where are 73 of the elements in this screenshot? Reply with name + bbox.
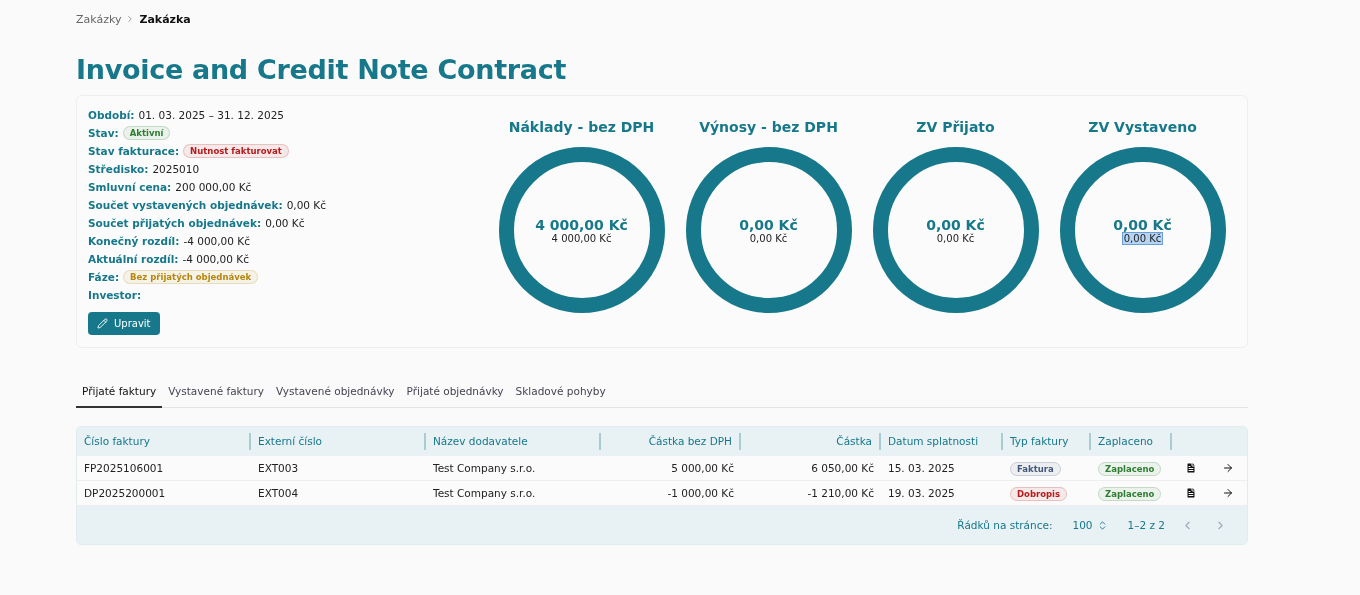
tab[interactable]: Vystavené objednávky	[269, 376, 401, 408]
summary-value: 0,00 Kč	[739, 216, 798, 233]
edit-button[interactable]: Upravit	[88, 312, 160, 335]
field-label: Období:	[88, 109, 135, 121]
page-range: 1–2 z 2	[1127, 519, 1165, 531]
column-header[interactable]: Název dodavatele	[426, 433, 601, 450]
status-badge: Bez přijatých objednávek	[123, 270, 259, 284]
summary-value: 0,00 Kč	[1113, 216, 1172, 233]
status-badge: Aktivní	[122, 126, 171, 140]
column-header[interactable]: Částka	[741, 433, 881, 450]
field-value: 0,00 Kč	[265, 217, 305, 229]
page-title: Invoice and Credit Note Contract	[76, 54, 567, 85]
column-header[interactable]: Zaplaceno	[1091, 433, 1172, 450]
field-label: Smluvní cena:	[88, 181, 172, 193]
document-icon[interactable]	[1184, 487, 1197, 499]
field-label: Součet vystavených objednávek:	[88, 199, 283, 211]
summary-subvalue: 0,00 Kč	[1122, 232, 1163, 244]
field-value: -4 000,00 Kč	[183, 235, 250, 247]
field-value: 200 000,00 Kč	[175, 181, 252, 193]
table-cell-text: Test Company s.r.o.	[432, 462, 537, 474]
arrow-right-icon[interactable]	[1222, 462, 1235, 474]
field-value: 2025010	[152, 163, 200, 175]
pencil-icon	[97, 318, 108, 329]
field-label: Středisko:	[88, 163, 149, 175]
status-badge: Nutnost fakturovat	[183, 144, 289, 158]
breadcrumb-link[interactable]: Zakázky	[76, 12, 122, 26]
field-label: Aktuální rozdíl:	[88, 253, 179, 265]
table-cell-text: -1 000,00 Kč	[666, 487, 735, 499]
table-cell-text: EXT003	[257, 462, 300, 474]
table-cell-text: Test Company s.r.o.	[432, 487, 537, 499]
field-value: 01. 03. 2025 – 31. 12. 2025	[138, 109, 284, 121]
field-label: Investor:	[88, 289, 142, 301]
rows-per-page-select[interactable]: 100	[1064, 519, 1116, 531]
type-badge: Dobropis	[1010, 487, 1068, 501]
field-label: Součet přijatých objednávek:	[88, 217, 262, 229]
field-value: 0,00 Kč	[286, 199, 326, 211]
summary-subvalue: 4 000,00 Kč	[550, 232, 613, 244]
document-icon[interactable]	[1184, 462, 1197, 474]
tab[interactable]: Přijaté objednávky	[400, 376, 510, 408]
summary-title: ZV Vystaveno	[1088, 119, 1197, 137]
summary-title: Náklady - bez DPH	[508, 119, 655, 137]
table-cell-text: 5 000,00 Kč	[670, 462, 735, 474]
field-label: Stav:	[88, 127, 119, 139]
type-badge: Faktura	[1010, 462, 1061, 476]
table-cell-text: DP2025200001	[83, 487, 167, 499]
arrow-right-icon[interactable]	[1222, 487, 1235, 499]
column-header[interactable]: Externí číslo	[251, 433, 426, 450]
table-cell-text: 15. 03. 2025	[887, 462, 956, 474]
summary-title: Výnosy - bez DPH	[699, 119, 838, 137]
field-label: Fáze:	[88, 271, 120, 283]
summary-title: ZV Přijato	[916, 119, 995, 137]
table-cell-text: 19. 03. 2025	[887, 487, 956, 499]
summary-value: 0,00 Kč	[926, 216, 985, 233]
paid-badge: Zaplaceno	[1098, 462, 1162, 476]
table-cell-text: EXT004	[257, 487, 300, 499]
field-value: -4 000,00 Kč	[182, 253, 249, 265]
tab[interactable]: Skladové pohyby	[509, 376, 612, 408]
tab[interactable]: Přijaté faktury	[76, 376, 163, 408]
summary-value: 4 000,00 Kč	[535, 216, 628, 233]
paid-badge: Zaplaceno	[1098, 487, 1162, 501]
column-header[interactable]: Částka bez DPH	[601, 433, 741, 450]
field-label: Konečný rozdíl:	[88, 235, 180, 247]
summary-subvalue: 0,00 Kč	[748, 232, 789, 244]
table-cell-text: FP2025106001	[83, 462, 165, 474]
column-header[interactable]: Typ faktury	[1003, 433, 1091, 450]
table-cell-text: -1 210,00 Kč	[806, 487, 875, 499]
field-label: Stav fakturace:	[88, 145, 180, 157]
column-header[interactable]: Datum splatnosti	[881, 433, 1003, 450]
rows-per-page-label: Řádků na stránce:	[957, 519, 1053, 531]
column-header[interactable]: Číslo faktury	[77, 433, 251, 450]
table-cell-text: 6 050,00 Kč	[810, 462, 875, 474]
tab[interactable]: Vystavené faktury	[162, 376, 270, 408]
summary-subvalue: 0,00 Kč	[935, 232, 976, 244]
